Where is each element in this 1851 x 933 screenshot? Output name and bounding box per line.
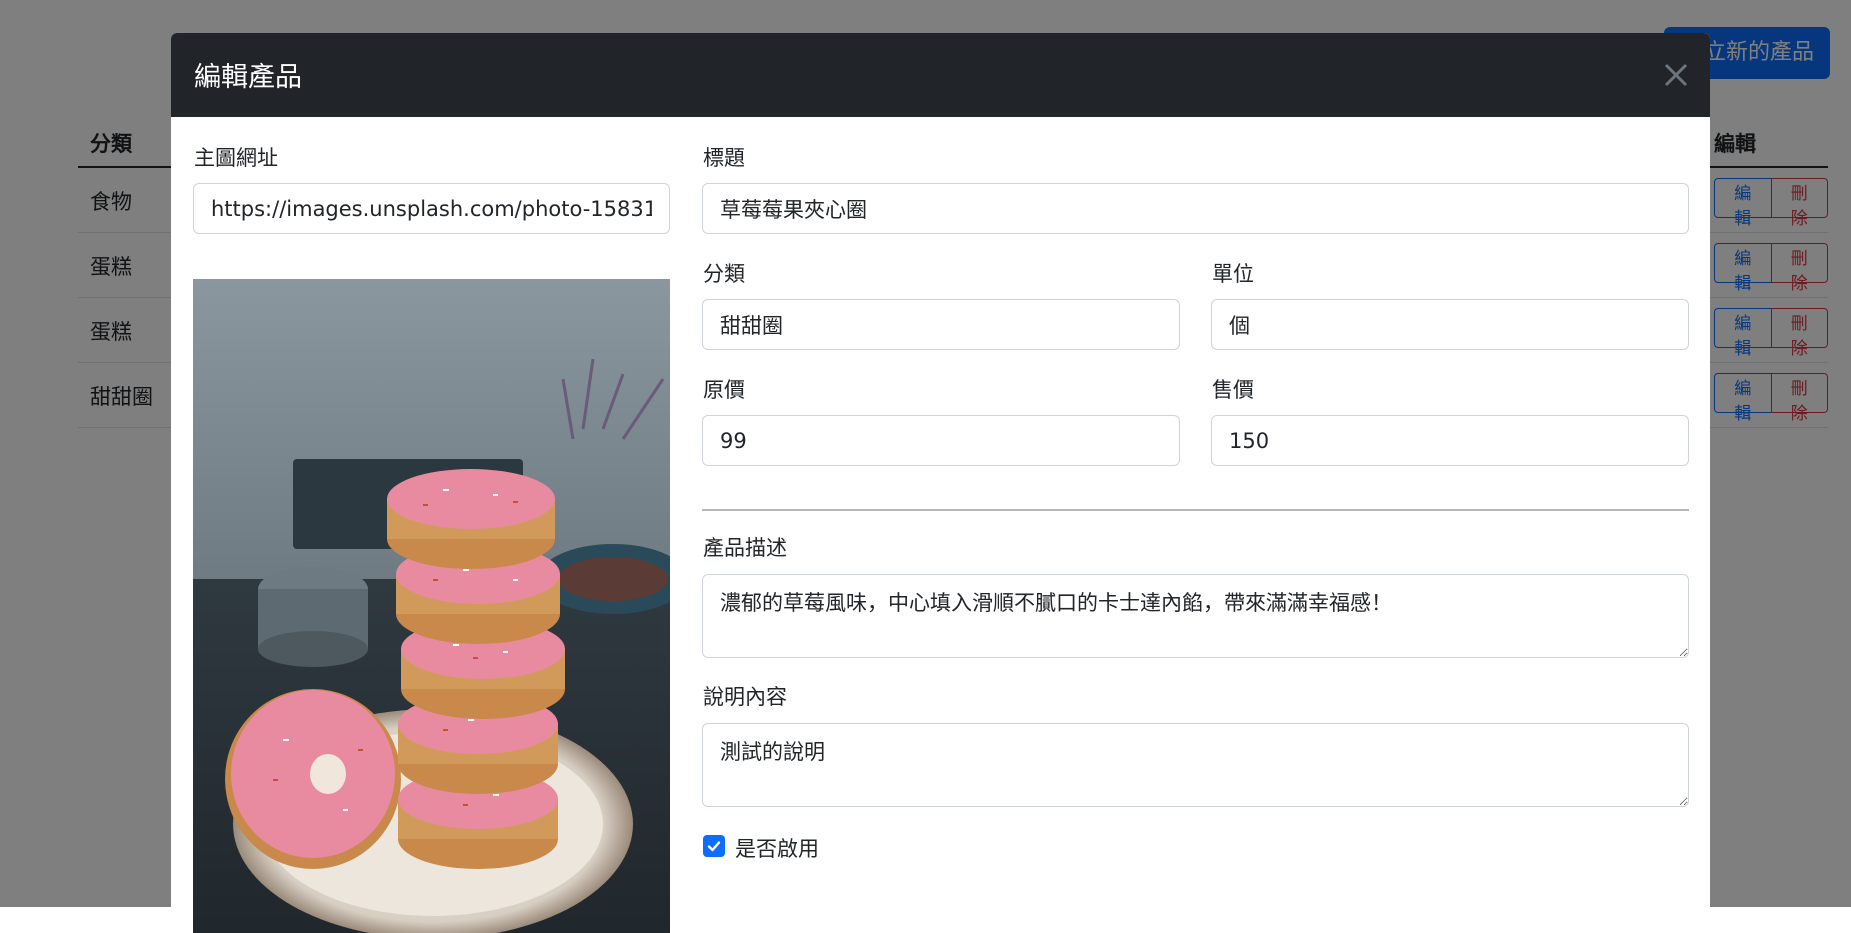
title-label: 標題 (703, 146, 745, 170)
close-icon (1664, 63, 1688, 87)
description-textarea[interactable]: 濃郁的草莓風味，中心填入滑順不膩口的卡士達內餡，帶來滿滿幸福感！ (702, 574, 1689, 658)
title-input[interactable] (702, 183, 1689, 234)
enabled-label[interactable]: 是否啟用 (735, 833, 819, 863)
origin-price-input[interactable] (702, 415, 1180, 466)
product-image (193, 279, 670, 933)
enabled-checkbox[interactable] (703, 835, 725, 857)
check-icon (707, 841, 721, 852)
image-url-input[interactable] (193, 183, 670, 234)
price-label: 售價 (1212, 378, 1254, 402)
category-input[interactable] (702, 299, 1180, 350)
category-label: 分類 (703, 262, 745, 286)
donut-photo (193, 279, 670, 933)
origin-price-label: 原價 (703, 378, 745, 402)
unit-label: 單位 (1212, 262, 1254, 286)
content-textarea[interactable]: 測試的說明 (702, 723, 1689, 807)
unit-input[interactable] (1211, 299, 1689, 350)
description-label: 產品描述 (703, 536, 787, 560)
price-input[interactable] (1211, 415, 1689, 466)
close-button[interactable] (1656, 55, 1696, 95)
modal-header: 編輯產品 (171, 33, 1710, 117)
image-url-label: 主圖網址 (194, 146, 278, 170)
form-divider (702, 509, 1689, 511)
edit-product-modal: 編輯產品 主圖網址 https://images.unsplash.com/ph… (171, 33, 1710, 933)
modal-title: 編輯產品 (194, 62, 302, 93)
content-label: 說明內容 (703, 685, 787, 709)
